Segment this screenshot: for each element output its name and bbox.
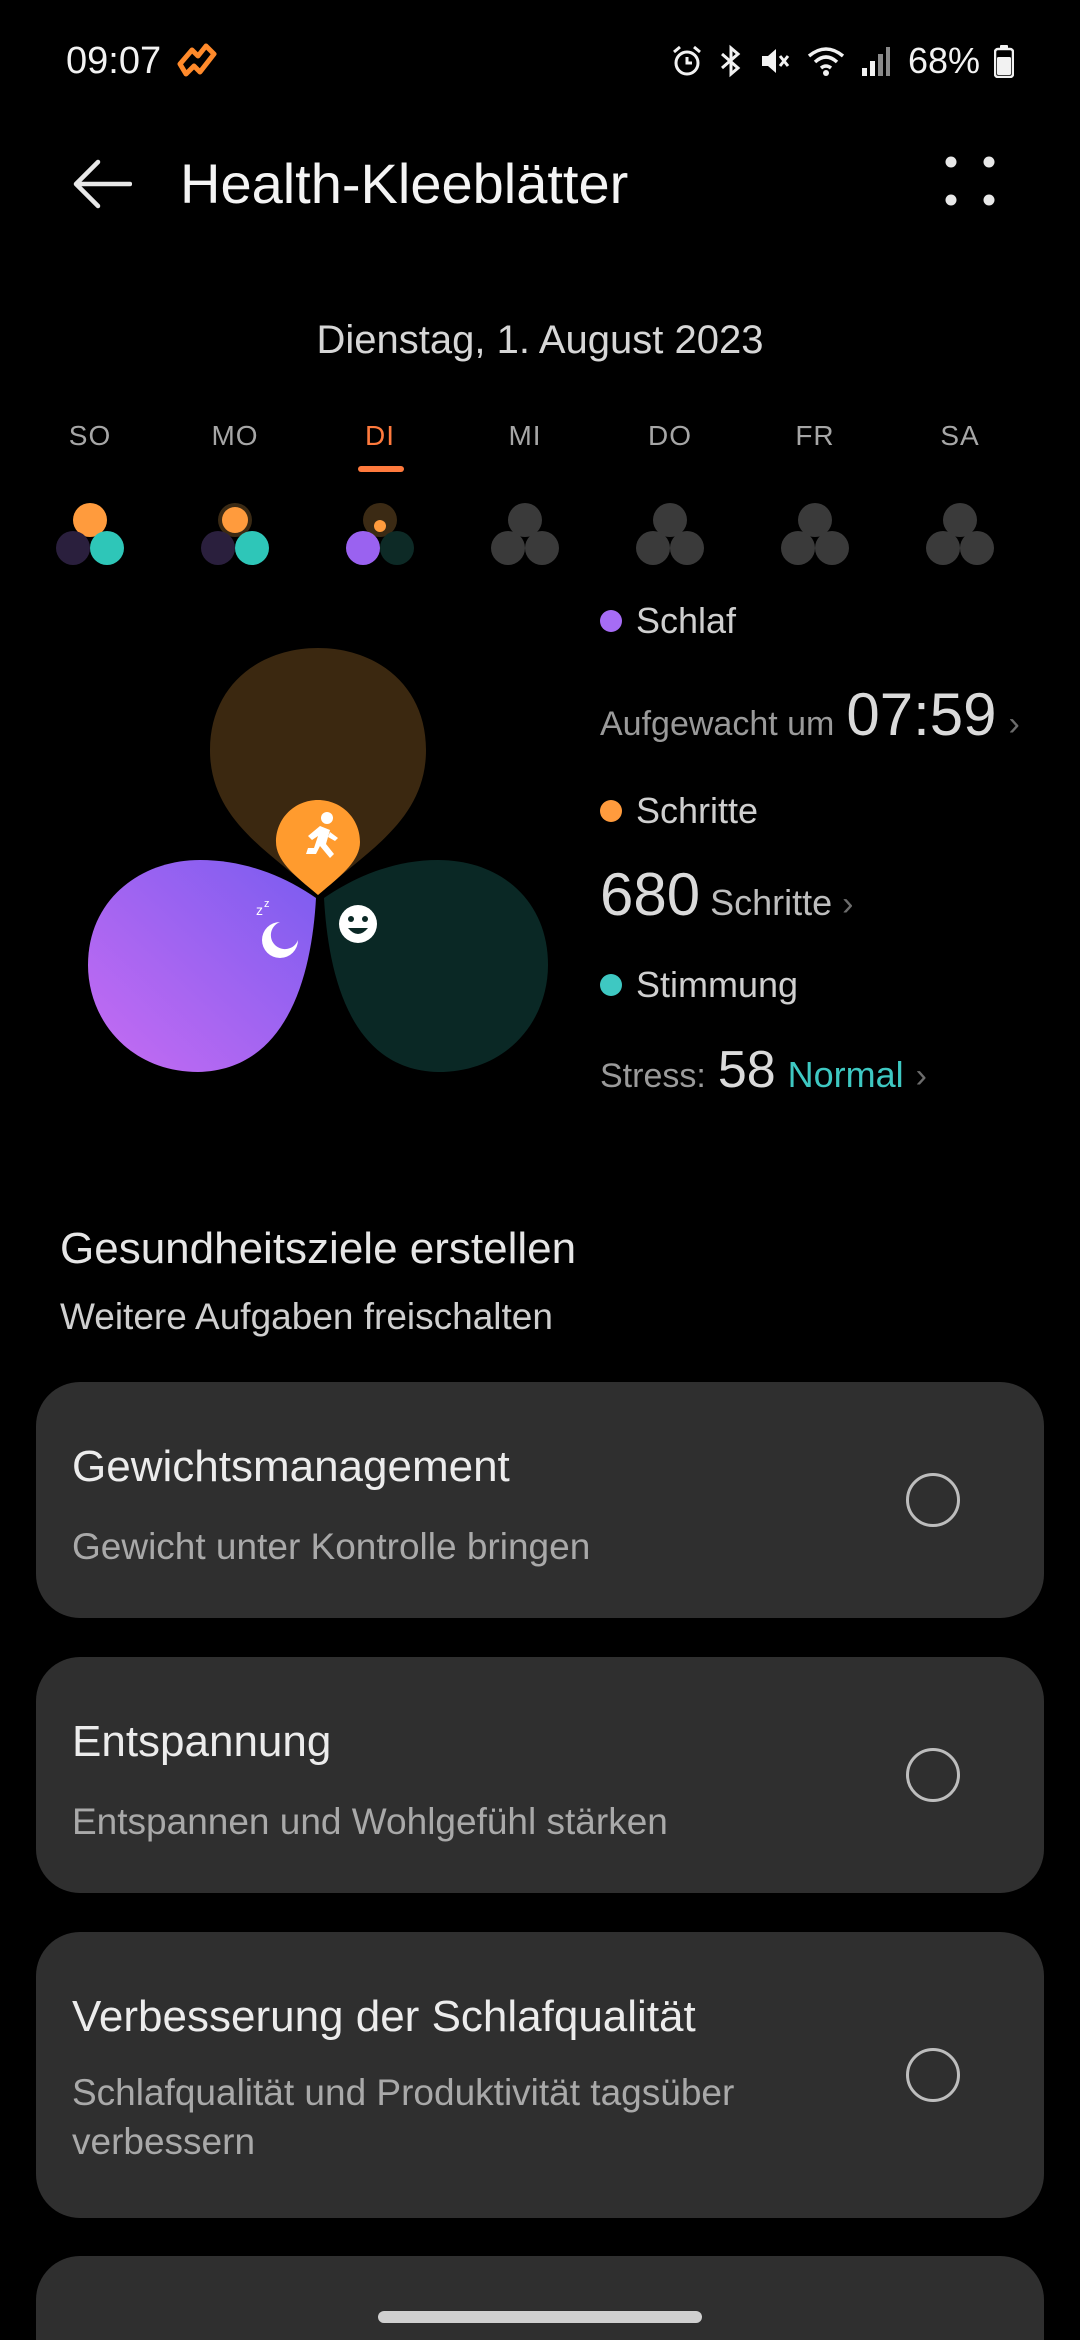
day-thursday[interactable]: DO <box>615 420 725 565</box>
status-time: 09:07 <box>66 40 162 82</box>
steps-metric-row[interactable]: 680 Schritte › <box>600 860 853 929</box>
signal-icon <box>861 47 890 76</box>
goals-section-title: Gesundheitsziele erstellen <box>60 1224 577 1273</box>
day-monday[interactable]: MO <box>180 420 290 565</box>
mood-metric-header: Stimmung <box>600 964 798 1006</box>
mood-label: Stimmung <box>636 964 799 1005</box>
steps-value: 680 <box>600 861 701 928</box>
goal-subtitle: Schlafqualität und Produktivität tagsübe… <box>72 2072 735 2162</box>
more-options-button[interactable] <box>930 150 1010 218</box>
battery-icon <box>994 45 1014 78</box>
wifi-icon <box>807 47 845 76</box>
more-options-icon <box>945 156 995 206</box>
goal-subtitle: Entspannen und Wohlgefühl stärken <box>72 1801 668 1842</box>
sleep-value: 07:59 <box>846 681 997 748</box>
goals-section-subtitle: Weitere Aufgaben freischalten <box>60 1296 553 1337</box>
goal-card-sleep-quality[interactable]: Verbesserung der Schlafqualität Schlafqu… <box>36 1932 1044 2218</box>
day-wednesday[interactable]: MI <box>470 420 580 565</box>
week-selector: SO MO DI MI DO FR SA <box>35 420 1045 580</box>
mood-metric-row[interactable]: Stress: 58 Normal › <box>600 1040 927 1100</box>
goal-radio[interactable] <box>906 1473 960 1527</box>
day-clover-icon <box>491 503 559 565</box>
steps-unit: Schritte <box>710 882 833 923</box>
goal-title: Verbesserung der Schlafqualität <box>72 1992 696 2041</box>
status-icons: 68% <box>670 40 1014 82</box>
day-clover-icon <box>636 503 704 565</box>
day-tuesday[interactable]: DI <box>325 420 435 565</box>
status-bar: 09:07 68% <box>0 0 1080 128</box>
day-label: DI <box>365 420 395 451</box>
sleep-label: Schlaf <box>636 600 737 641</box>
steps-metric-header: Schritte <box>600 790 758 832</box>
selected-day-indicator <box>358 466 404 472</box>
goal-card-relaxation[interactable]: Entspannung Entspannen und Wohlgefühl st… <box>36 1657 1044 1893</box>
day-label: SA <box>940 420 980 451</box>
home-indicator[interactable] <box>378 2311 702 2323</box>
date-label: Dienstag, 1. August 2023 <box>316 318 764 362</box>
steps-badge <box>276 800 360 895</box>
goal-radio[interactable] <box>906 1748 960 1802</box>
day-friday[interactable]: FR <box>760 420 870 565</box>
mood-petal[interactable] <box>324 860 548 1072</box>
sleep-metric-row[interactable]: Aufgewacht um 07:59 › <box>600 680 1020 749</box>
goal-title: Entspannung <box>72 1717 332 1766</box>
day-label: SO <box>68 420 112 451</box>
back-button[interactable] <box>70 150 150 218</box>
goal-title: Gewichtsmanagement <box>72 1442 510 1491</box>
day-label: MO <box>211 420 259 451</box>
steps-dot <box>600 800 622 822</box>
chevron-right-icon: › <box>915 1057 927 1095</box>
chevron-right-icon: › <box>1008 705 1020 743</box>
health-clover[interactable]: z z <box>80 640 560 1080</box>
back-arrow-icon <box>73 159 132 209</box>
stress-level: Normal <box>787 1054 904 1095</box>
mood-dot <box>600 974 622 996</box>
stress-value: 58 <box>717 1041 776 1099</box>
day-label: MI <box>508 420 542 451</box>
sleep-metric-header: Schlaf <box>600 600 736 642</box>
svg-text:z: z <box>264 898 270 910</box>
day-clover-icon <box>346 503 414 565</box>
stress-prefix: Stress: <box>600 1057 706 1095</box>
sleep-dot <box>600 610 622 632</box>
chevron-right-icon: › <box>842 885 854 923</box>
svg-text:z: z <box>256 902 263 918</box>
battery-percentage: 68% <box>907 40 980 81</box>
day-clover-icon <box>781 503 849 565</box>
sleep-petal[interactable] <box>88 860 316 1072</box>
goal-radio[interactable] <box>906 2048 960 2102</box>
day-sunday[interactable]: SO <box>35 420 145 565</box>
mood-smiley-icon <box>339 905 377 943</box>
goal-card-weight[interactable]: Gewichtsmanagement Gewicht unter Kontrol… <box>36 1382 1044 1618</box>
day-saturday[interactable]: SA <box>905 420 1015 565</box>
goal-card-partial[interactable] <box>36 2256 1044 2340</box>
page-title: Health-Kleeblätter <box>180 152 629 215</box>
day-clover-icon <box>201 503 269 565</box>
mute-icon <box>761 49 790 73</box>
day-label: FR <box>795 420 835 451</box>
health-app-notification-icon <box>177 43 217 77</box>
day-clover-icon <box>56 503 124 565</box>
alarm-icon <box>672 45 701 76</box>
sleep-prefix: Aufgewacht um <box>600 705 835 743</box>
day-label: DO <box>648 420 692 451</box>
bluetooth-icon <box>720 44 741 78</box>
goal-subtitle: Gewicht unter Kontrolle bringen <box>72 1526 591 1567</box>
steps-label: Schritte <box>636 790 759 831</box>
day-clover-icon <box>926 503 994 565</box>
